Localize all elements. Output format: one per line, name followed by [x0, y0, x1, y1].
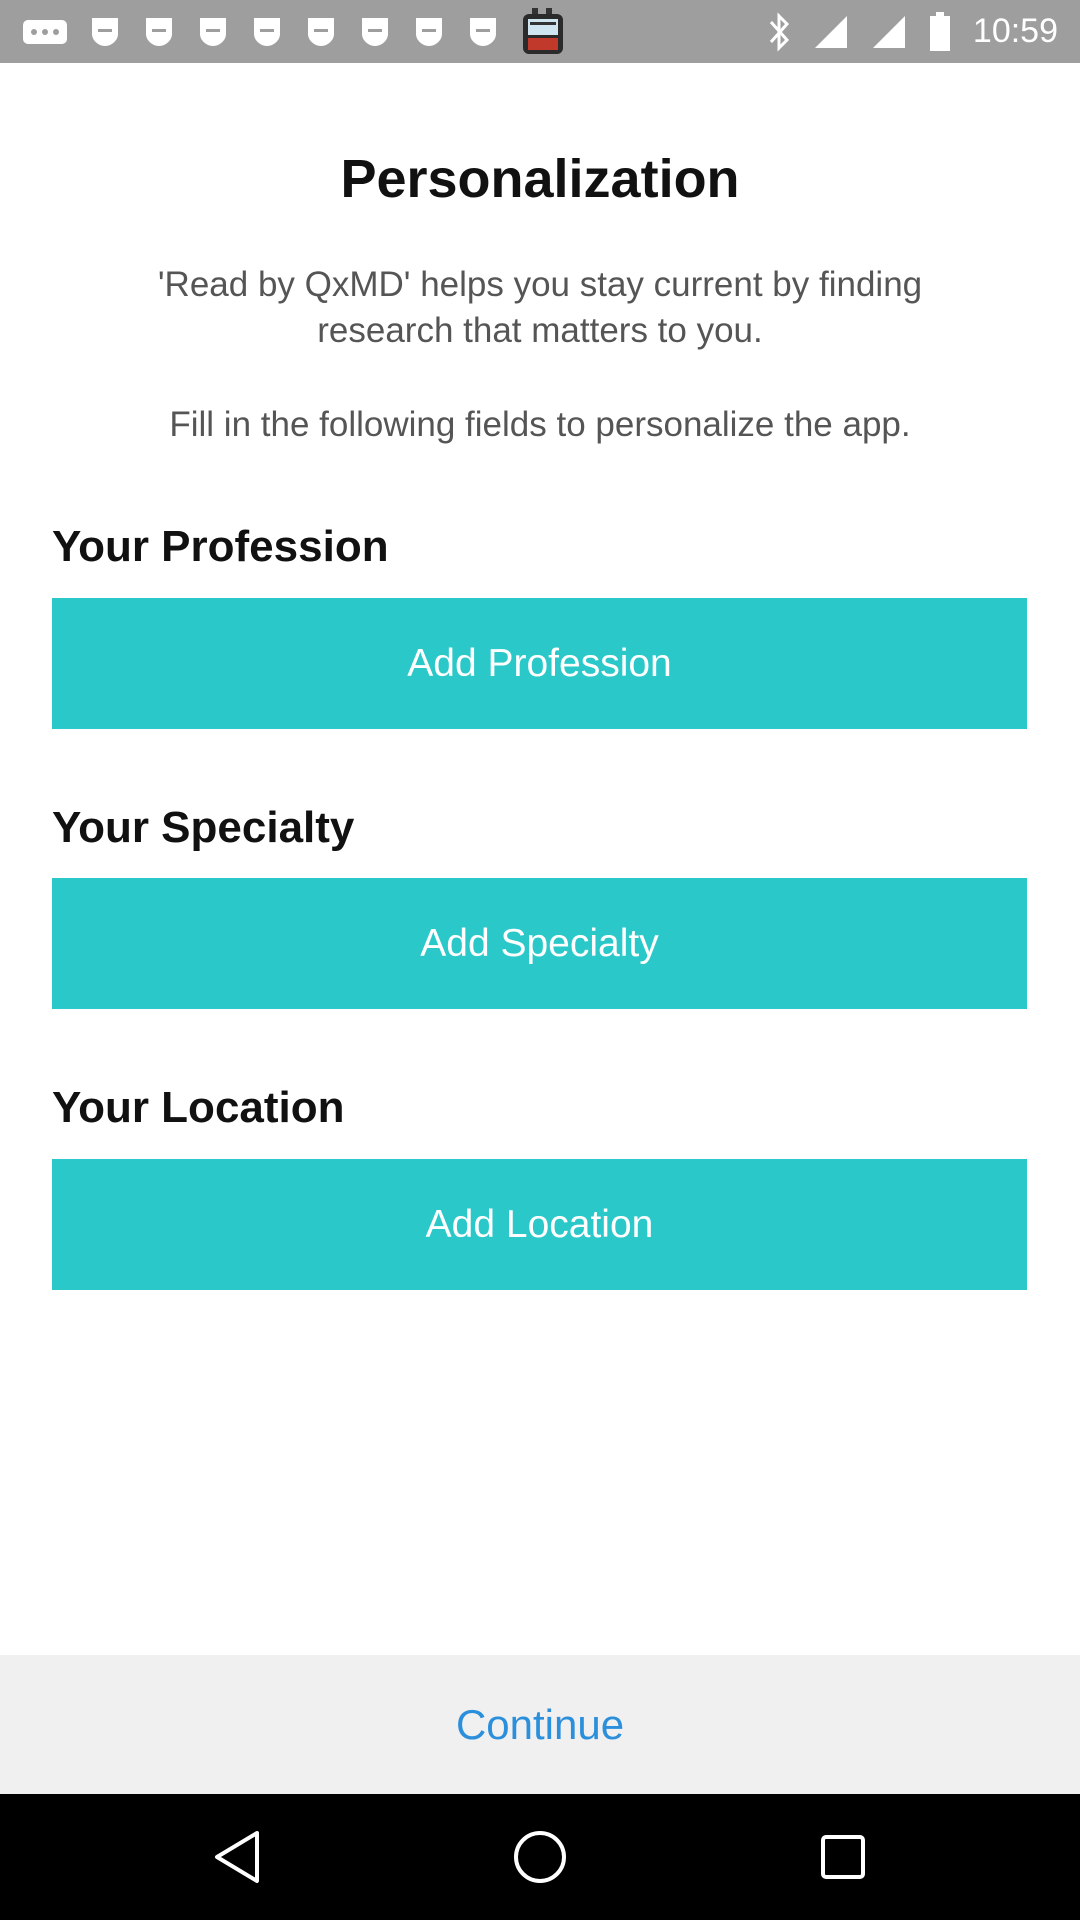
app-notification-icon: [466, 0, 500, 63]
location-label: Your Location: [52, 1083, 345, 1132]
app-notification-icon: [196, 0, 230, 63]
signal-icon: [871, 0, 907, 63]
app-notification-icon: [304, 0, 338, 63]
bluetooth-icon: [767, 0, 791, 63]
navigation-bar: [0, 1794, 1080, 1920]
add-profession-button[interactable]: Add Profession: [52, 598, 1027, 729]
battery-icon: [929, 0, 951, 63]
recents-icon[interactable]: [763, 1794, 923, 1920]
more-dots-icon: [22, 0, 68, 63]
specialty-label: Your Specialty: [52, 803, 355, 852]
app-notification-icon: [142, 0, 176, 63]
home-icon[interactable]: [460, 1794, 620, 1920]
page-title: Personalization: [340, 149, 740, 209]
add-specialty-button[interactable]: Add Specialty: [52, 878, 1027, 1009]
intro-text: 'Read by QxMD' helps you stay current by…: [157, 265, 923, 350]
profession-label: Your Profession: [52, 522, 389, 571]
status-bar: 10:59: [0, 0, 1080, 63]
signal-icon: [813, 0, 849, 63]
app-notification-icon: [250, 0, 284, 63]
add-location-button-label: Add Location: [425, 1202, 654, 1246]
app-notification-icon: [412, 0, 446, 63]
add-profession-button-label: Add Profession: [407, 641, 672, 685]
app-notification-icon: [88, 0, 122, 63]
add-specialty-button-label: Add Specialty: [420, 921, 659, 965]
continue-button[interactable]: Continue: [456, 1701, 624, 1749]
app-notification-icon: [358, 0, 392, 63]
clock: 10:59: [972, 12, 1058, 50]
police-scanner-app-icon: [520, 0, 566, 63]
continue-bar: Continue: [0, 1655, 1080, 1794]
instruction-text: Fill in the following fields to personal…: [169, 405, 911, 444]
back-icon[interactable]: [157, 1794, 317, 1920]
add-location-button[interactable]: Add Location: [52, 1159, 1027, 1290]
